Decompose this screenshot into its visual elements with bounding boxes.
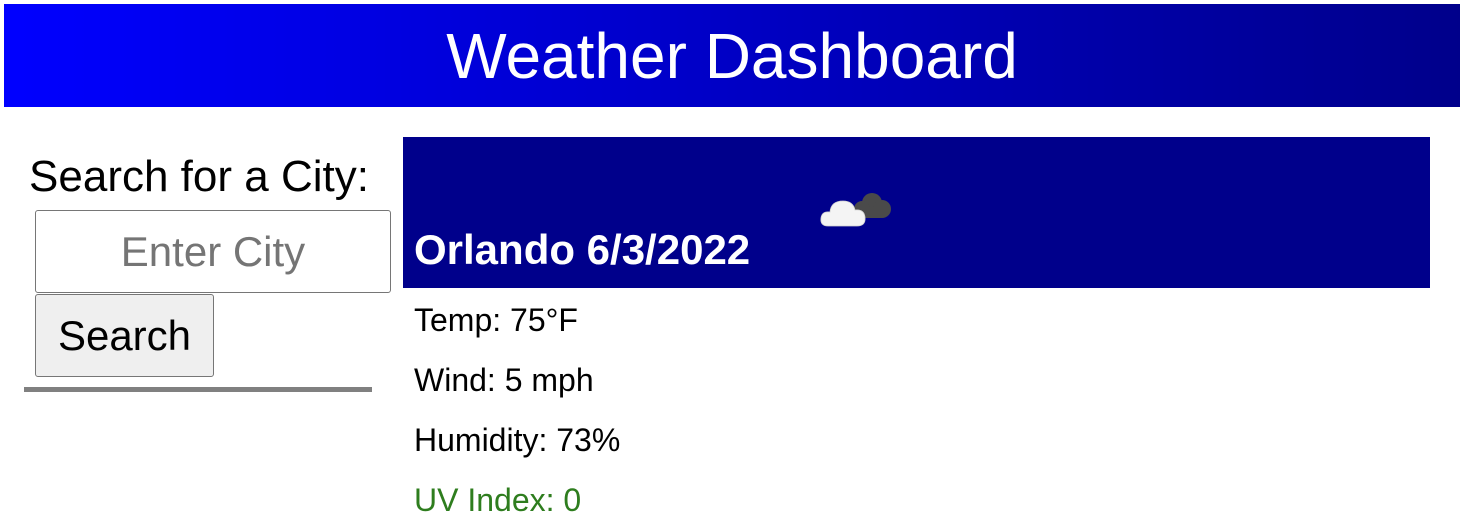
page-header: Weather Dashboard [4,4,1460,107]
uv-index-value: UV Index: 0 [414,482,582,518]
current-weather-details: Temp: 75°F Wind: 5 mph Humidity: 73% UV … [414,290,620,526]
page-title: Weather Dashboard [446,19,1018,92]
current-city-date: Orlando 6/3/2022 [414,226,751,273]
wind-value: Wind: 5 mph [414,362,594,398]
search-history-divider [24,387,372,392]
current-weather-card: Orlando 6/3/2022 [403,137,1430,288]
temperature-value: Temp: 75°F [414,302,578,338]
city-search-input[interactable] [35,210,391,293]
weather-dashboard-page: Weather Dashboard Search for a City: Sea… [0,0,1468,526]
search-sidebar: Search for a City: Search [24,148,391,392]
humidity-value: Humidity: 73% [414,422,621,458]
search-heading: Search for a City: [29,152,369,201]
search-button[interactable]: Search [35,294,214,377]
cloudy-icon [820,193,891,227]
